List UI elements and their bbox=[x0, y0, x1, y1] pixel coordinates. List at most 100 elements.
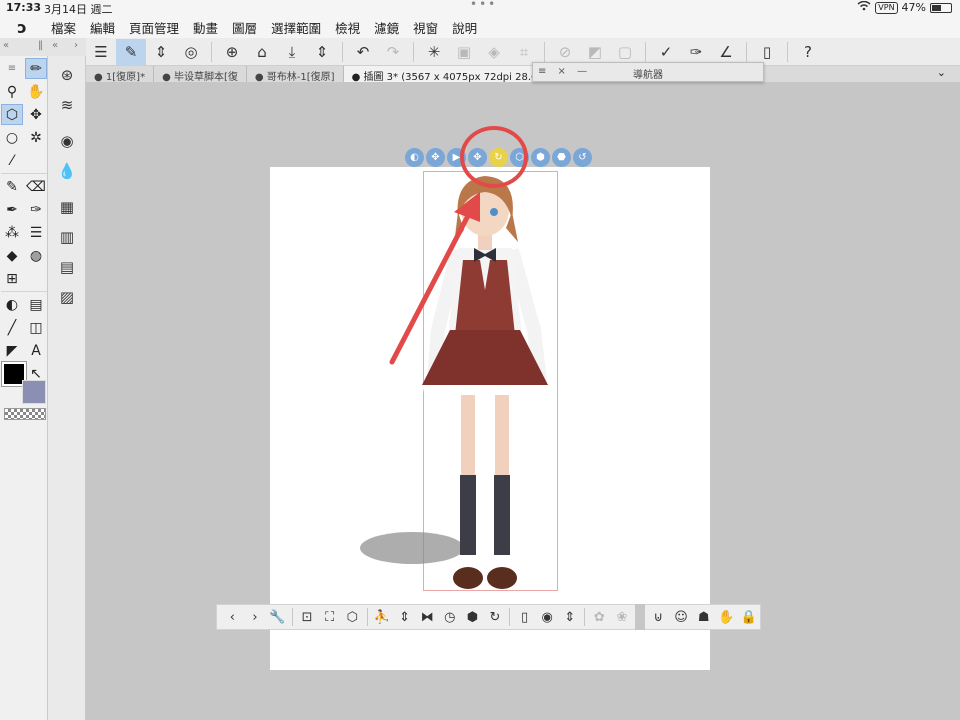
hand-tool-icon[interactable]: ✋ bbox=[25, 81, 47, 102]
camera-angle-icon[interactable]: ⊡ bbox=[296, 606, 319, 628]
reset-view-icon[interactable]: ↺ bbox=[573, 148, 592, 167]
help-bubble-icon[interactable]: ? bbox=[793, 39, 823, 65]
document-tab[interactable]: ● 毕设草脚本[復 bbox=[154, 66, 247, 83]
save-options-arrows-icon[interactable]: ⇕ bbox=[307, 39, 337, 65]
menu-page-management[interactable]: 頁面管理 bbox=[122, 18, 186, 37]
document-tab[interactable]: ● 1[復原]* bbox=[86, 66, 155, 83]
panel-grip-icon[interactable]: ‖ bbox=[38, 40, 43, 51]
hamburger-menu-icon[interactable]: ☰ bbox=[86, 39, 116, 65]
menu-view[interactable]: 檢視 bbox=[328, 18, 367, 37]
collapse-sub-icon[interactable]: « bbox=[52, 40, 58, 51]
lasso-tool-icon[interactable]: ○ bbox=[1, 127, 23, 148]
navigator-panel[interactable]: ≡ × — 導航器 bbox=[532, 62, 764, 82]
open-folder-icon[interactable]: ⌂ bbox=[247, 39, 277, 65]
plant-icon[interactable]: ✿ bbox=[588, 606, 611, 628]
mesh-tool-icon[interactable]: ⊞ bbox=[1, 268, 23, 289]
wrench-settings-icon[interactable]: 🔧 bbox=[266, 606, 289, 628]
transparent-color-swatch[interactable] bbox=[4, 408, 46, 420]
document-tab[interactable]: ● 哥布林-1[復原] bbox=[247, 66, 344, 83]
floor-align-icon[interactable]: ⬡ bbox=[341, 606, 364, 628]
redo-icon[interactable]: ↷ bbox=[378, 39, 408, 65]
tool-palette-menu-icon[interactable]: ≡ bbox=[1, 58, 23, 79]
companion-device-icon[interactable]: ▯ bbox=[752, 39, 782, 65]
ink-pen-tool-icon[interactable]: ✑ bbox=[25, 199, 47, 220]
body-shape-icon[interactable]: ⊍ bbox=[647, 606, 670, 628]
pose-arrows-icon[interactable]: ⇕ bbox=[393, 606, 416, 628]
plant-2-icon[interactable]: ❀ bbox=[611, 606, 634, 628]
menu-window[interactable]: 視窗 bbox=[406, 18, 445, 37]
lock-icon[interactable]: 🔒 bbox=[738, 606, 761, 628]
zoom-tool-icon[interactable]: ⚲ bbox=[1, 81, 23, 102]
navigator-controls[interactable]: ≡ × — bbox=[538, 66, 591, 77]
menu-filter[interactable]: 濾鏡 bbox=[367, 18, 406, 37]
brush-icon[interactable]: ✑ bbox=[681, 39, 711, 65]
eraser-pen-tool-icon[interactable]: ⌫ bbox=[25, 176, 47, 197]
timer-icon[interactable]: ◷ bbox=[438, 606, 461, 628]
line-pen-icon[interactable]: ∠ bbox=[711, 39, 741, 65]
subtool-object-icon[interactable]: ⊛ bbox=[48, 60, 86, 90]
decoration-tool-icon[interactable]: ☰ bbox=[25, 222, 47, 243]
text-tool-icon[interactable]: A bbox=[25, 340, 47, 361]
toggle-arrows-icon[interactable]: ⇕ bbox=[146, 39, 176, 65]
pen-tool-icon[interactable]: ✏ bbox=[25, 58, 47, 79]
clip-studio-assets-icon[interactable]: ◎ bbox=[176, 39, 206, 65]
undo-icon[interactable]: ↶ bbox=[348, 39, 378, 65]
clip-studio-logo-icon[interactable]: ↄ bbox=[0, 18, 44, 37]
camera-arrows-icon[interactable]: ⇕ bbox=[558, 606, 581, 628]
deselect-icon[interactable]: ⊘ bbox=[550, 39, 580, 65]
menu-help[interactable]: 說明 bbox=[445, 18, 484, 37]
fit-view-icon[interactable]: ⛶ bbox=[318, 606, 341, 628]
object-scale-icon[interactable]: ⬣ bbox=[552, 148, 571, 167]
line-tool-icon[interactable]: ╱ bbox=[1, 317, 23, 338]
crop-icon[interactable]: ⌗ bbox=[509, 39, 539, 65]
subtool-film-icon[interactable]: ▥ bbox=[48, 222, 86, 252]
reset-pose-icon[interactable]: ↻ bbox=[484, 606, 507, 628]
menu-selection[interactable]: 選擇範圍 bbox=[264, 18, 328, 37]
subtool-circle-icon[interactable]: ◉ bbox=[48, 126, 86, 156]
object-select-tool-icon[interactable]: ⬡ bbox=[1, 104, 23, 125]
subtool-folder-icon[interactable]: ▨ bbox=[48, 282, 86, 312]
next-icon[interactable]: › bbox=[244, 606, 267, 628]
face-icon[interactable]: ☺ bbox=[670, 606, 693, 628]
ruler-pen-icon[interactable]: ✓ bbox=[651, 39, 681, 65]
frame-border-tool-icon[interactable]: ◫ bbox=[25, 317, 47, 338]
invert-selection-icon[interactable]: ◩ bbox=[580, 39, 610, 65]
menu-file[interactable]: 檔案 bbox=[44, 18, 83, 37]
eraser-tool-icon[interactable]: ◆ bbox=[1, 245, 23, 266]
transform-icon[interactable]: ▣ bbox=[449, 39, 479, 65]
flip-pose-icon[interactable]: ⧓ bbox=[416, 606, 439, 628]
collapse-left-icon[interactable]: « bbox=[3, 40, 9, 51]
multitask-dots-icon[interactable]: ••• bbox=[470, 0, 497, 11]
edit-3d-object-icon[interactable]: ✎ bbox=[116, 38, 146, 65]
subtool-layers-icon[interactable]: ≋ bbox=[48, 90, 86, 120]
menu-animation[interactable]: 動畫 bbox=[186, 18, 225, 37]
prev-icon[interactable]: ‹ bbox=[221, 606, 244, 628]
magic-wand-tool-icon[interactable]: ✲ bbox=[25, 127, 47, 148]
document-tab-active[interactable]: ● 插圖 3* (3567 x 4075px 72dpi 28.6%) bbox=[343, 66, 560, 83]
menu-layer[interactable]: 圖層 bbox=[225, 18, 264, 37]
fill-icon[interactable]: ◈ bbox=[479, 39, 509, 65]
pencil-tool-icon[interactable]: ✎ bbox=[1, 176, 23, 197]
lock-joint-icon[interactable]: ⬢ bbox=[461, 606, 484, 628]
gradient-tool-icon[interactable]: ▤ bbox=[25, 294, 47, 315]
selection-border-icon[interactable]: ▢ bbox=[610, 39, 640, 65]
move-tool-icon[interactable]: ✥ bbox=[25, 104, 47, 125]
subtool-stack-icon[interactable]: ▤ bbox=[48, 252, 86, 282]
sub-color-swatch[interactable] bbox=[22, 380, 46, 404]
loading-spinner-icon[interactable]: ✳ bbox=[419, 39, 449, 65]
eyedropper-tool-icon[interactable]: ⁄ bbox=[1, 150, 23, 171]
marker-tool-icon[interactable]: ✒ bbox=[1, 199, 23, 220]
hand-icon[interactable]: ✋ bbox=[715, 606, 738, 628]
blend-tool-icon[interactable]: ◍ bbox=[25, 245, 47, 266]
pose-icon[interactable]: ⛹ bbox=[371, 606, 394, 628]
book-icon[interactable]: ▯ bbox=[513, 606, 536, 628]
fill-bucket-tool-icon[interactable]: ◐ bbox=[1, 294, 23, 315]
subtool-drops-icon[interactable]: 💧 bbox=[48, 156, 86, 186]
subtool-grid-icon[interactable]: ▦ bbox=[48, 192, 86, 222]
new-canvas-icon[interactable]: ⊕ bbox=[217, 39, 247, 65]
ruler-tool-icon[interactable]: ◤ bbox=[1, 340, 23, 361]
expand-sub-icon[interactable]: › bbox=[74, 40, 78, 51]
tabs-overflow-chevron-icon[interactable]: ⌄ bbox=[937, 66, 946, 79]
airbrush-tool-icon[interactable]: ⁂ bbox=[1, 222, 23, 243]
save-icon[interactable]: ⤓ bbox=[277, 39, 307, 65]
